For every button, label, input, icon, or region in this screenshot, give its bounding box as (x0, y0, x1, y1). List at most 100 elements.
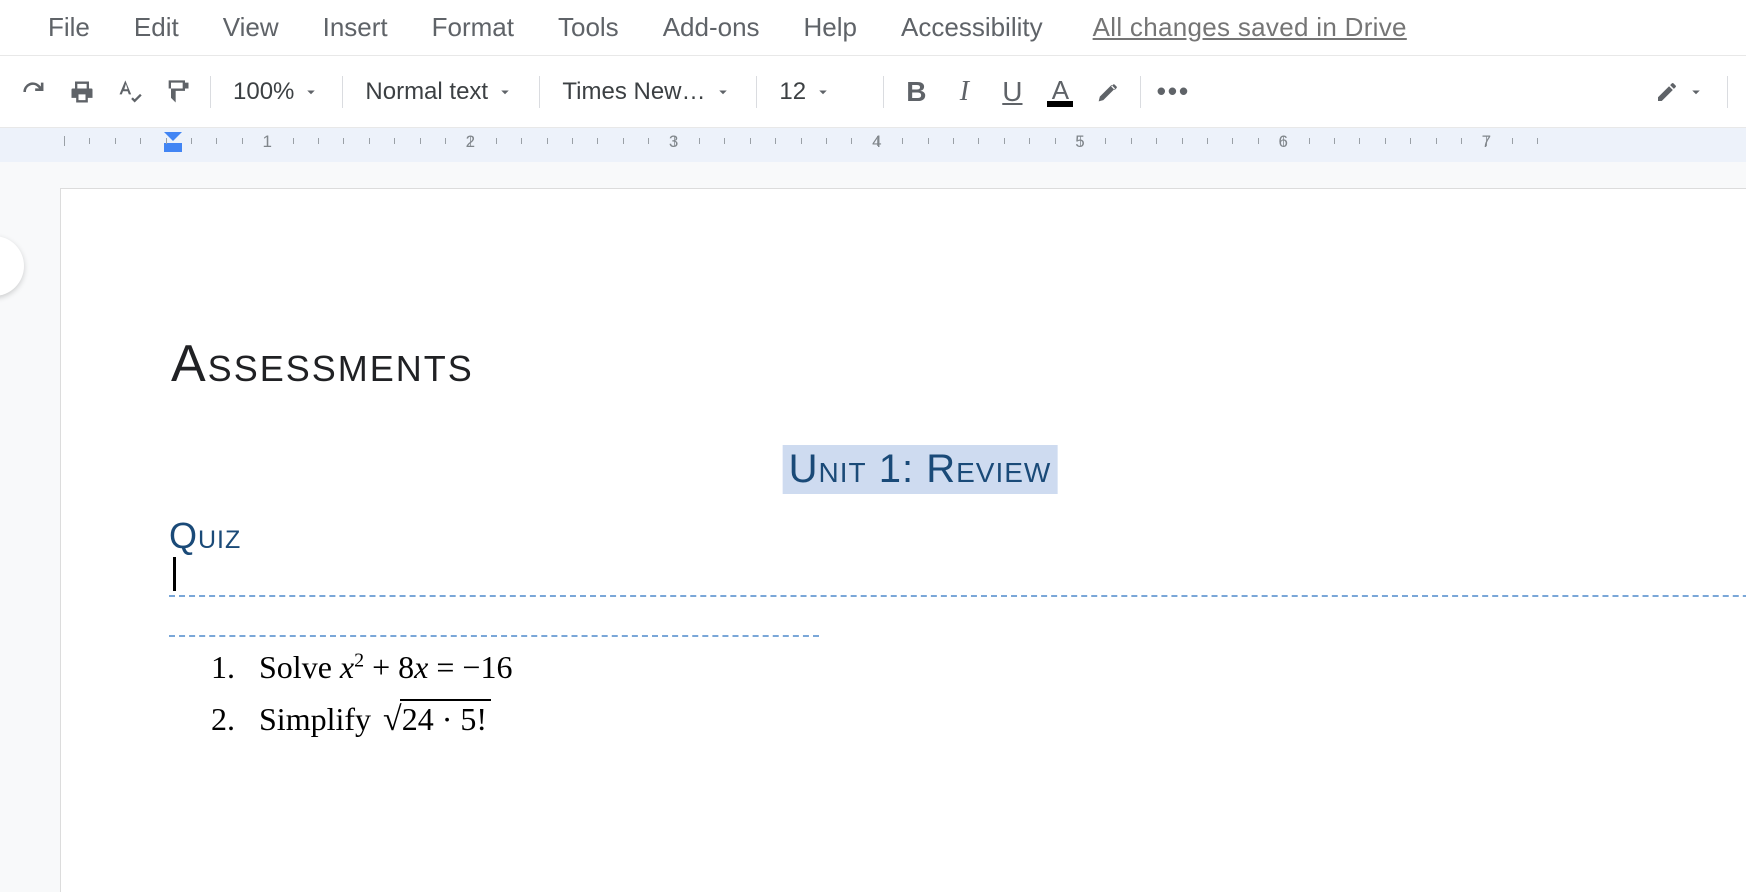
ruler-tick (1309, 138, 1310, 144)
question-2[interactable]: 2. Simplify 24 · 5! (211, 701, 491, 739)
print-icon[interactable] (58, 68, 106, 116)
text-color-button[interactable]: A (1036, 68, 1084, 116)
editing-mode-combo[interactable] (1641, 70, 1719, 114)
ruler-tick (953, 138, 954, 144)
ruler-number: 2 (466, 132, 475, 152)
ruler-tick (1131, 138, 1132, 144)
ruler-tick (140, 138, 141, 144)
ruler-tick (1105, 138, 1106, 144)
ruler-number: 7 (1482, 132, 1491, 152)
pen-icon (1655, 80, 1679, 104)
indent-marker[interactable] (164, 132, 182, 154)
menu-view[interactable]: View (205, 6, 297, 49)
separator (883, 76, 884, 108)
menu-edit[interactable]: Edit (116, 6, 197, 49)
ruler-tick (191, 138, 192, 144)
doc-title[interactable]: Assessments (171, 334, 474, 394)
quiz-heading[interactable]: Quiz (169, 515, 241, 557)
italic-button[interactable]: I (940, 68, 988, 116)
ruler-tick (623, 138, 624, 144)
paint-format-icon[interactable] (154, 68, 202, 116)
ruler-tick (64, 136, 65, 146)
ruler-tick (445, 138, 446, 144)
style-combo[interactable]: Normal text (351, 70, 531, 114)
font-combo[interactable]: Times New… (548, 70, 748, 114)
separator (539, 76, 540, 108)
ruler-tick (801, 138, 802, 144)
q2-sqrt: 24 · 5! (379, 701, 491, 739)
ruler-tick (293, 138, 294, 144)
ruler-tick (420, 138, 421, 144)
ruler-number: 6 (1278, 132, 1287, 152)
highlight-button[interactable] (1084, 68, 1132, 116)
ruler-tick (1207, 138, 1208, 144)
ruler[interactable]: 1234567 (0, 128, 1746, 162)
zoom-combo[interactable]: 100% (219, 70, 334, 114)
ruler-number: 3 (669, 132, 678, 152)
ruler-tick (547, 138, 548, 144)
menu-addons[interactable]: Add-ons (645, 6, 778, 49)
chevron-down-icon (1687, 83, 1705, 101)
ruler-tick (1512, 138, 1513, 144)
ruler-tick (902, 138, 903, 144)
font-value: Times New… (562, 78, 705, 106)
ruler-tick (724, 138, 725, 144)
menu-tools[interactable]: Tools (540, 6, 637, 49)
menubar: File Edit View Insert Format Tools Add-o… (0, 0, 1746, 56)
ruler-tick (216, 138, 217, 144)
ruler-tick (597, 138, 598, 144)
ruler-tick (648, 138, 649, 144)
q1-text: Solve (259, 649, 340, 685)
ruler-number: 5 (1075, 132, 1084, 152)
menu-file[interactable]: File (30, 6, 108, 49)
ruler-tick (394, 138, 395, 144)
spellcheck-icon[interactable] (106, 68, 154, 116)
question-1[interactable]: 1. Solve x2 + 8x = −16 (211, 649, 512, 686)
chevron-down-icon (302, 83, 320, 101)
ruler-tick (1461, 138, 1462, 144)
separator (756, 76, 757, 108)
ruler-tick (242, 138, 243, 144)
menu-help[interactable]: Help (786, 6, 875, 49)
separator (210, 76, 211, 108)
document-page[interactable]: Assessments Unit 1: Review Quiz 1. Solve… (60, 188, 1746, 892)
dashed-rule-1 (169, 595, 1746, 597)
text-cursor (173, 557, 176, 591)
ruler-tick (318, 138, 319, 144)
menu-format[interactable]: Format (414, 6, 532, 49)
fontsize-combo[interactable]: 12 (765, 70, 875, 114)
explore-chip[interactable] (0, 236, 24, 296)
ruler-tick (343, 138, 344, 144)
ruler-tick (1537, 138, 1538, 144)
q2-number: 2. (211, 701, 235, 737)
style-value: Normal text (365, 78, 488, 106)
ruler-tick (928, 138, 929, 144)
menu-accessibility[interactable]: Accessibility (883, 6, 1061, 49)
more-button[interactable]: ••• (1149, 68, 1197, 116)
ruler-tick (1258, 138, 1259, 144)
ruler-tick (1385, 138, 1386, 144)
ruler-tick (115, 138, 116, 144)
redo-icon[interactable] (10, 68, 58, 116)
ruler-tick (1334, 138, 1335, 144)
ruler-tick (1156, 138, 1157, 144)
doc-subtitle[interactable]: Unit 1: Review (783, 445, 1058, 494)
ruler-number: 4 (872, 132, 881, 152)
ruler-tick (1436, 138, 1437, 144)
ruler-tick (1232, 138, 1233, 144)
menu-insert[interactable]: Insert (305, 6, 406, 49)
q2-radicand: 24 · 5! (400, 699, 491, 737)
q2-text: Simplify (259, 701, 379, 737)
bold-button[interactable]: B (892, 68, 940, 116)
ruler-tick (1410, 138, 1411, 144)
ruler-tick (699, 138, 700, 144)
toolbar: 100% Normal text Times New… 12 B I U A •… (0, 56, 1746, 128)
ruler-tick (1055, 138, 1056, 144)
ruler-tick (1029, 138, 1030, 144)
text-color-bar (1047, 101, 1073, 107)
ruler-tick (978, 138, 979, 144)
q1-math-x2: x (414, 649, 428, 685)
save-status[interactable]: All changes saved in Drive (1093, 12, 1407, 43)
underline-button[interactable]: U (988, 68, 1036, 116)
ruler-tick (826, 138, 827, 144)
